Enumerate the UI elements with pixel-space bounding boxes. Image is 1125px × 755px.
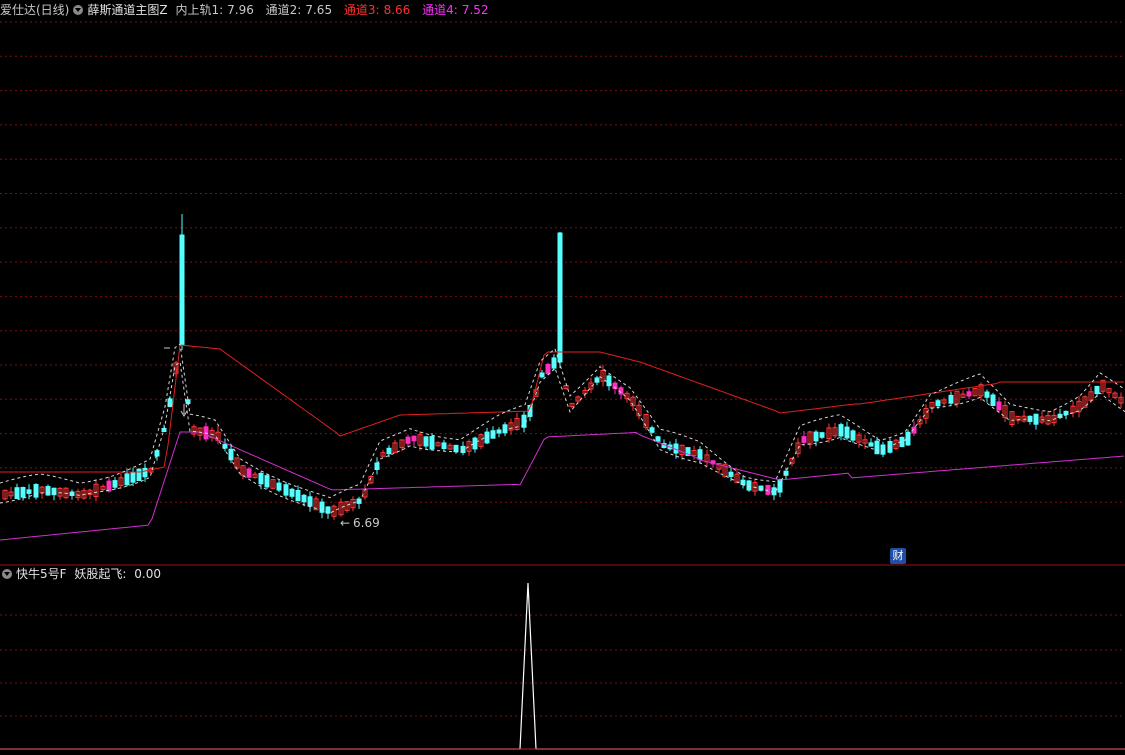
stock-title[interactable]: 爱仕达(日线) [0, 3, 69, 17]
signal-spike-line [0, 582, 1125, 750]
candle-body [246, 468, 252, 478]
candle-body [295, 490, 301, 502]
candle-body [697, 449, 703, 460]
low-price-label: 6.69 [353, 516, 380, 530]
candlestick-series [2, 214, 1124, 520]
sub-chart-grid [0, 614, 1125, 717]
finance-badge[interactable]: 财 [890, 548, 906, 564]
candle-body [283, 484, 289, 496]
main-header: 爱仕达(日线) 薛斯通道主图Z 内上轨1: 7.96 通道2: 7.65 通道3: 8.… [0, 1, 497, 19]
candle-body [655, 436, 661, 442]
candle-body [258, 472, 264, 485]
candle-body [819, 432, 825, 438]
candle-body [136, 468, 142, 482]
indicator-dropdown-icon[interactable] [73, 5, 84, 15]
readout-3: 通道3: 8.66 [343, 3, 411, 17]
candle-body [441, 442, 447, 449]
sub-indicator-name[interactable]: 快牛5号F [16, 567, 67, 581]
candle-body [539, 372, 545, 378]
candle-body [935, 400, 941, 407]
candle-body [307, 496, 313, 507]
candle-body [746, 480, 752, 491]
candle-body [276, 482, 282, 491]
candle-body [26, 489, 32, 494]
candle-body [966, 391, 972, 397]
sub-indicator-dropdown-icon[interactable] [2, 569, 12, 579]
candle-body [45, 486, 51, 496]
candle-body [728, 471, 734, 477]
candle-body [801, 436, 807, 443]
candle-body [386, 447, 392, 455]
candle-body [472, 437, 478, 450]
sub-readout: 妖股起飞: 0.00 [74, 567, 161, 581]
candle-body [130, 471, 136, 483]
candle-body [124, 473, 130, 486]
candle-body [1094, 385, 1100, 395]
candle-body [990, 394, 996, 406]
sub-header: 快牛5号F 妖股起飞: 0.00 [0, 565, 169, 583]
candle-body [20, 487, 26, 498]
candle-body [411, 435, 417, 442]
inner-upper-dashed-line [0, 343, 1125, 499]
candle-body [948, 394, 954, 404]
candle-body [484, 431, 490, 444]
indicator-name[interactable]: 薛斯通道主图Z [87, 3, 167, 17]
readout-2: 通道2: 7.65 [265, 3, 333, 17]
candle-body [112, 480, 118, 488]
channel-upper-line [0, 344, 1124, 473]
candle-body [502, 424, 508, 434]
candle-body [868, 442, 874, 447]
candle-body [179, 234, 185, 346]
channel-lower-line [0, 431, 1125, 541]
candle-body [453, 444, 459, 453]
candle-body [838, 424, 844, 437]
candle-body [319, 501, 325, 513]
candle-body [429, 436, 435, 450]
candle-body [423, 436, 429, 447]
candle-body [813, 431, 819, 442]
svg-text:←: ← [340, 516, 350, 530]
readout-4: 通道4: 7.52 [422, 3, 489, 17]
candle-body [557, 232, 563, 363]
candle-body [545, 363, 551, 375]
candle-body [850, 430, 856, 441]
chart-canvas[interactable]: ← 6.69 [0, 0, 1125, 755]
candle-body [289, 488, 295, 497]
candle-body [740, 479, 746, 486]
candle-body [106, 480, 112, 492]
candle-body [1063, 410, 1069, 416]
candle-body [551, 357, 557, 369]
candle-body [771, 487, 777, 496]
candle-body [51, 487, 57, 496]
readout-1: 内上轨1: 7.96 [175, 3, 254, 17]
low-price-marker: ← 6.69 [340, 516, 380, 530]
candle-body [33, 484, 39, 498]
candle-body [649, 427, 655, 433]
candle-body [142, 467, 148, 478]
candle-body [301, 494, 307, 503]
candle-body [405, 436, 411, 444]
candle-body [874, 440, 880, 455]
candle-body [996, 401, 1002, 411]
candle-body [844, 426, 850, 439]
candle-body [228, 448, 234, 461]
candle-body [14, 487, 20, 500]
candle-body [984, 391, 990, 398]
candle-body [490, 430, 496, 439]
candle-body [264, 475, 270, 488]
